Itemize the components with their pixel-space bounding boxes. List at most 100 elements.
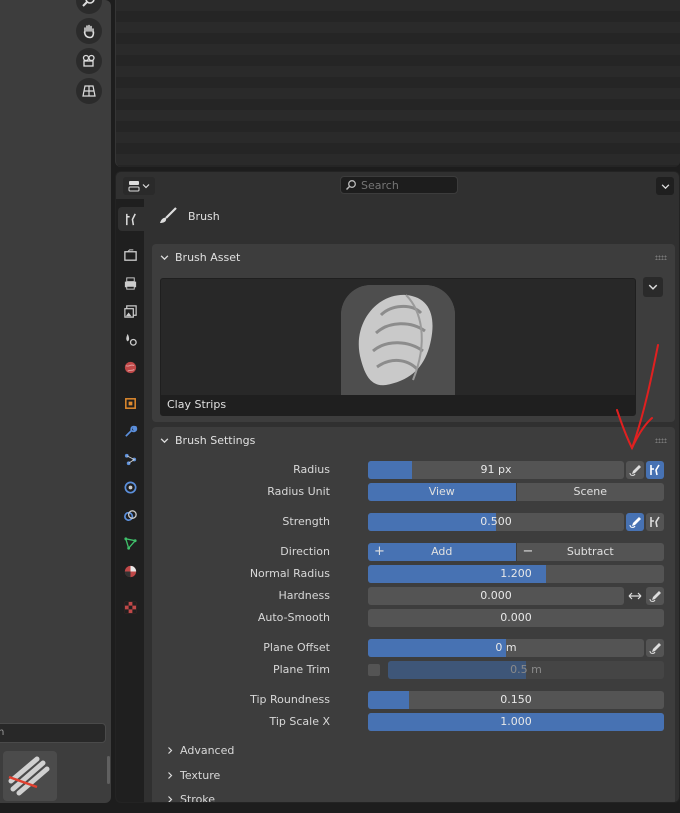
plane-trim-slider[interactable]: 0.5 m [388,661,664,679]
tab-scene[interactable] [118,327,142,351]
pen-pressure-icon [629,465,641,476]
tip-scale-x-row: Tip Scale X [144,713,330,731]
tab-material[interactable] [118,559,142,583]
brush-asset-preview[interactable]: Clay Strips [160,278,636,416]
radius-pressure-button[interactable] [626,461,644,479]
hardness-pressure-button[interactable] [646,587,664,605]
advanced-subpanel[interactable]: Advanced [166,744,234,757]
brush-asset-header[interactable]: Brush Asset [152,244,675,270]
auto-smooth-value: 0.000 [500,611,532,624]
subpanel-label: Texture [180,769,221,782]
timeline-area[interactable] [115,0,680,167]
object-icon [124,397,136,409]
brush-settings-header[interactable]: Brush Settings [152,427,675,453]
tab-texture[interactable] [118,595,142,619]
options-dropdown[interactable] [656,177,674,195]
auto-smooth-row: Auto-Smooth [144,609,330,627]
drag-grip-icon[interactable] [655,438,667,443]
search-input[interactable] [361,178,449,192]
radius-unified-button[interactable] [646,461,664,479]
tip-scale-x-slider[interactable]: 1.000 [368,713,664,731]
plane-offset-row: Plane Offset [144,639,330,657]
panel-title: Brush Settings [175,433,256,447]
tab-modifiers[interactable] [118,419,142,443]
direction-toggle: + Add − Subtract [368,543,664,561]
strength-unified-button[interactable] [646,513,664,531]
image-stack-icon [123,304,137,318]
direction-subtract-button[interactable]: − Subtract [515,543,664,561]
world-icon [124,361,136,373]
plane-trim-label: Plane Trim [272,663,330,676]
plane-trim-value: 0.5 m [510,663,542,676]
tab-world[interactable] [118,355,142,379]
brush-asset-name: Clay Strips [161,395,635,415]
grid-icon[interactable] [76,78,102,104]
stroke-subpanel[interactable]: Stroke [166,793,215,802]
mesh-data-icon [123,536,137,550]
hand-icon[interactable] [76,18,102,44]
brush-thumbnail[interactable] [3,751,57,801]
radius-value: 91 px [480,463,512,476]
properties-tabs [116,199,144,802]
strength-slider[interactable]: 0.500 [368,513,624,531]
scrollbar[interactable] [107,756,110,784]
camera-icon[interactable] [76,48,102,74]
3d-viewport[interactable]: h [0,0,111,803]
tab-particles[interactable] [118,447,142,471]
hardness-invert-button[interactable] [626,587,644,605]
pen-pressure-icon [649,643,661,654]
strength-pressure-button[interactable] [626,513,644,531]
scene-icon [125,333,137,346]
tab-physics[interactable] [118,475,142,499]
plane-offset-pressure-button[interactable] [646,639,664,657]
status-bar [0,803,680,813]
constraints-icon [123,509,137,521]
editor-type-button[interactable] [123,177,155,195]
plane-trim-checkbox[interactable] [368,664,380,676]
direction-row: Direction [144,543,330,561]
auto-smooth-label: Auto-Smooth [257,611,330,624]
properties-editor: Brush Brush Asset Clay Strips [115,171,680,803]
normal-radius-slider[interactable]: 1.200 [368,565,664,583]
properties-header [116,172,679,199]
hardness-row: Hardness [144,587,330,605]
unified-paint-icon [650,516,660,528]
subpanel-label: Advanced [180,744,235,757]
search-icon [345,180,356,191]
direction-add-button[interactable]: + Add [368,543,516,561]
tip-roundness-slider[interactable]: 0.150 [368,691,664,709]
radius-slider[interactable]: 91 px [368,461,624,479]
asset-menu-button[interactable] [643,277,663,297]
tab-data[interactable] [118,531,142,555]
plane-trim-row: Plane Trim [144,661,330,679]
auto-smooth-slider[interactable]: 0.000 [368,609,664,627]
material-icon [124,565,136,577]
context-title-label: Brush [188,209,220,223]
tab-render[interactable] [118,243,142,267]
properties-search[interactable] [340,176,458,194]
drag-grip-icon[interactable] [655,255,667,260]
tab-tool[interactable] [118,207,144,231]
strength-label: Strength [282,515,330,528]
tip-roundness-value: 0.150 [500,693,532,706]
tab-output[interactable] [118,271,142,295]
tab-object[interactable] [118,391,142,415]
tab-constraints[interactable] [118,503,142,527]
direction-label: Direction [280,545,330,558]
radius-unit-scene-button[interactable]: Scene [515,483,664,501]
plane-offset-slider[interactable]: 0 m [368,639,644,657]
asset-search-field[interactable]: h [0,723,106,743]
hardness-slider[interactable]: 0.000 [368,587,624,605]
plus-icon: + [374,544,385,559]
texture-subpanel[interactable]: Texture [166,769,220,782]
chevron-down-icon [661,183,669,189]
particles-icon [124,453,136,465]
radius-unit-view-button[interactable]: View [368,483,516,501]
direction-add-label: Add [431,545,453,558]
chevron-right-icon [168,796,173,802]
printer-icon [124,276,136,290]
tip-roundness-row: Tip Roundness [144,691,330,709]
zoom-icon[interactable] [76,0,102,14]
tab-view-layer[interactable] [118,299,142,323]
radius-unit-row: Radius Unit [144,483,330,501]
